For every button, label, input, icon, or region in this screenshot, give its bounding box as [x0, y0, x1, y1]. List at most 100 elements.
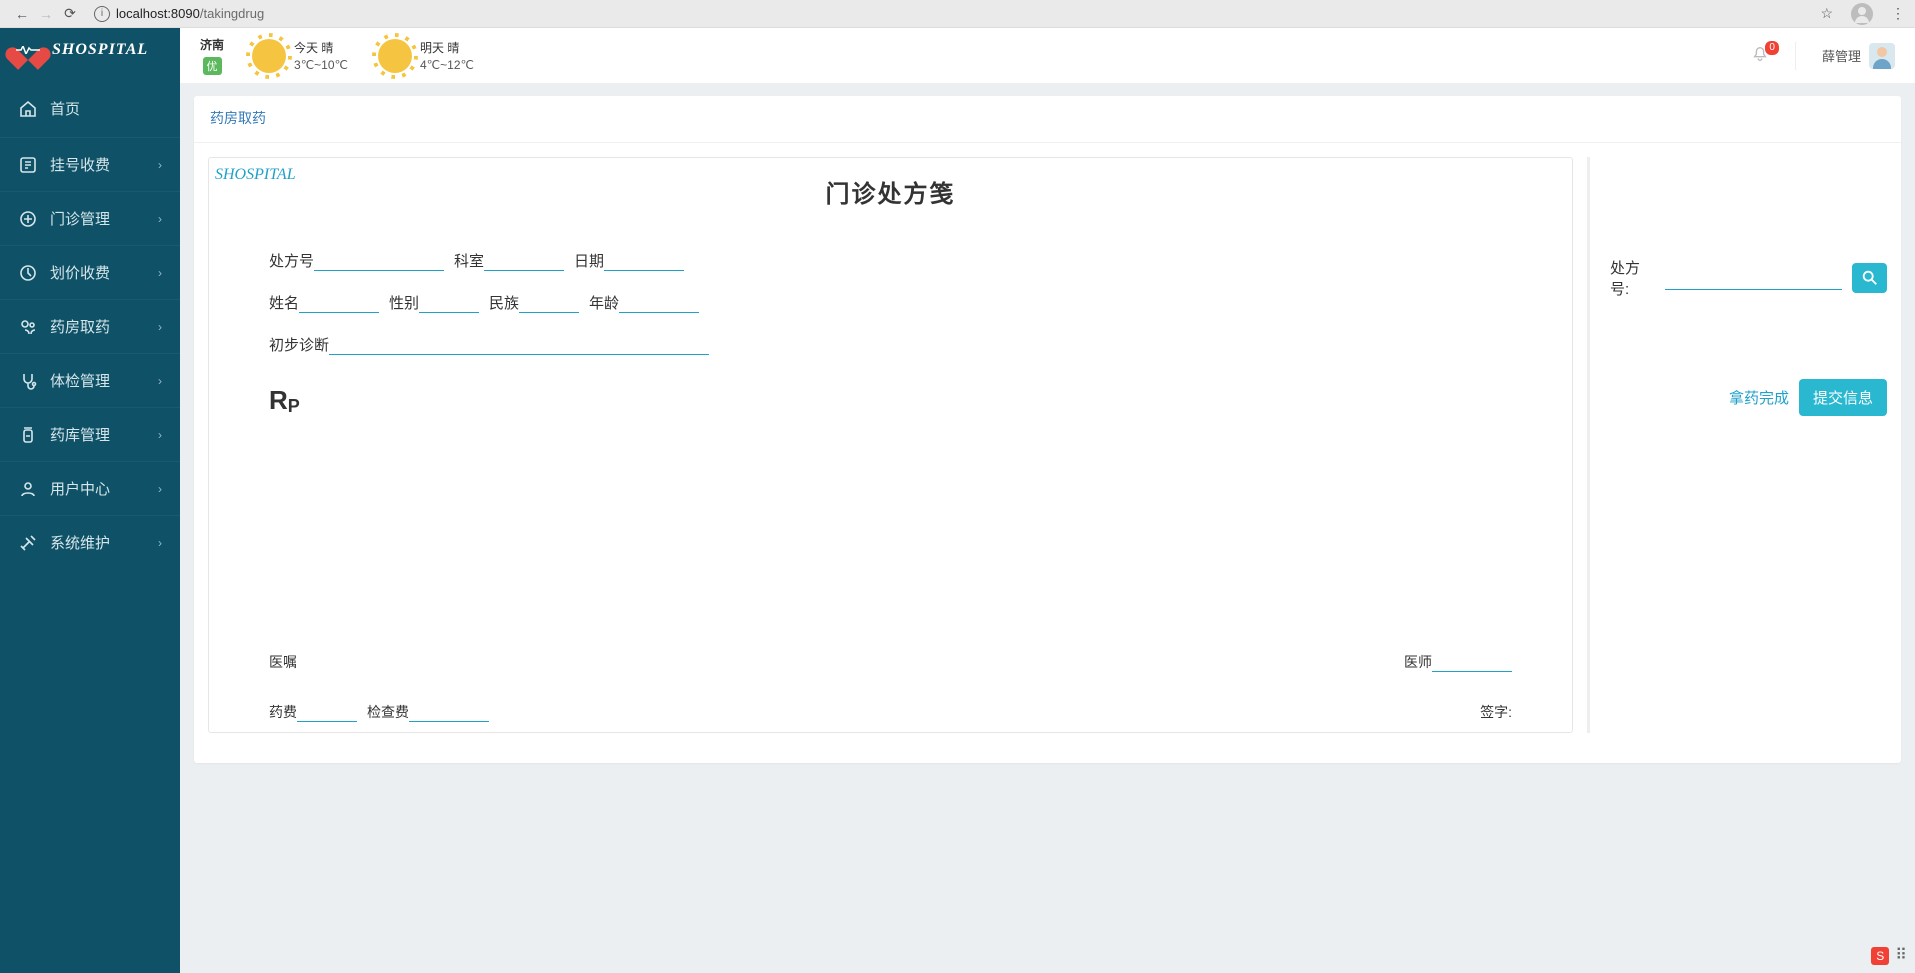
chevron-right-icon: ›	[158, 320, 162, 334]
chevron-right-icon: ›	[158, 536, 162, 550]
chevron-right-icon: ›	[158, 428, 162, 442]
ime-indicator[interactable]: S ⠿	[1871, 947, 1907, 965]
label-name: 姓名	[269, 292, 299, 313]
back-button[interactable]: ←	[10, 6, 34, 22]
rp-symbol: RP	[209, 375, 1572, 417]
sun-icon	[378, 39, 412, 73]
label-department: 科室	[454, 250, 484, 271]
input-diagnosis[interactable]	[329, 333, 709, 355]
browser-menu-icon[interactable]: ⋮	[1891, 5, 1905, 22]
sidebar-item-pricing[interactable]: 划价收费 ›	[0, 245, 180, 299]
label-gender: 性别	[389, 292, 419, 313]
sidebar-item-system[interactable]: 系统维护 ›	[0, 515, 180, 569]
user-icon	[18, 479, 38, 499]
sun-icon	[252, 39, 286, 73]
pricing-icon	[18, 263, 38, 283]
search-input[interactable]	[1665, 266, 1842, 290]
label-prescription-no: 处方号	[269, 250, 314, 271]
weather-tomorrow: 明天 晴 4℃~12℃	[378, 39, 474, 73]
sidebar-item-clinic[interactable]: 门诊管理 ›	[0, 191, 180, 245]
heart-logo-icon	[14, 38, 42, 62]
rx-title: 门诊处方笺	[209, 174, 1572, 209]
input-name[interactable]	[299, 291, 379, 313]
label-age: 年龄	[589, 292, 619, 313]
sidebar-item-label: 挂号收费	[50, 154, 110, 175]
home-icon	[18, 99, 38, 119]
tab-header: 药房取药	[194, 96, 1901, 143]
sidebar-item-label: 体检管理	[50, 370, 110, 391]
weather-today-title: 今天 晴	[294, 39, 348, 56]
sidebar: SHOSPITAL 首页 挂号收费 › 门诊管理 › 划价收费 ›	[0, 28, 180, 973]
sidebar-item-label: 划价收费	[50, 262, 110, 283]
label-drug-fee: 药费	[269, 702, 297, 722]
sidebar-item-label: 用户中心	[50, 478, 110, 499]
search-panel: 处方号: 拿药完成 提交信息	[1587, 157, 1887, 733]
label-date: 日期	[574, 250, 604, 271]
url-path: /takingdrug	[200, 6, 264, 21]
search-icon	[1861, 269, 1879, 287]
ime-badge: S	[1871, 947, 1889, 965]
notification-badge: 0	[1765, 41, 1779, 55]
url-port: :8090	[167, 6, 200, 21]
divider	[1795, 42, 1796, 70]
status-text: 拿药完成	[1729, 387, 1789, 408]
system-icon	[18, 533, 38, 553]
tab-pharmacy[interactable]: 药房取药	[210, 108, 266, 132]
input-prescription-no[interactable]	[314, 249, 444, 271]
search-label: 处方号:	[1610, 257, 1655, 299]
aqi-badge: 优	[203, 57, 222, 75]
sidebar-item-label: 药库管理	[50, 424, 110, 445]
sidebar-item-label: 系统维护	[50, 532, 110, 553]
weather-tomorrow-temp: 4℃~12℃	[420, 58, 474, 72]
chevron-right-icon: ›	[158, 158, 162, 172]
weather-city: 济南 优	[200, 36, 224, 75]
input-doctor[interactable]	[1432, 650, 1512, 672]
input-age[interactable]	[619, 291, 699, 313]
prescription-panel: SHOSPITAL 门诊处方笺 处方号 科室 日期 姓名 性别 民	[208, 157, 1573, 733]
topbar: 济南 优 今天 晴 3℃~10℃ 明天 晴 4℃~12℃	[180, 28, 1915, 84]
brand-title: SHOSPITAL	[52, 41, 148, 59]
input-ethnicity[interactable]	[519, 291, 579, 313]
ime-menu-icon: ⠿	[1895, 953, 1907, 959]
label-diagnosis: 初步诊断	[269, 334, 329, 355]
sidebar-item-pharmacy[interactable]: 药房取药 ›	[0, 299, 180, 353]
main-card: 药房取药 SHOSPITAL 门诊处方笺 处方号 科室 日期	[194, 96, 1901, 763]
weather-today: 今天 晴 3℃~10℃	[252, 39, 348, 73]
input-exam-fee[interactable]	[409, 700, 489, 722]
brand[interactable]: SHOSPITAL	[0, 28, 180, 76]
clinic-icon	[18, 209, 38, 229]
user-menu[interactable]: 薛管理	[1822, 43, 1895, 69]
sidebar-item-label: 门诊管理	[50, 208, 110, 229]
sidebar-item-label: 首页	[50, 98, 80, 119]
forward-button[interactable]: →	[34, 6, 58, 22]
sidebar-menu: 首页 挂号收费 › 门诊管理 › 划价收费 › 药房取药 ›	[0, 82, 180, 569]
address-bar[interactable]: localhost:8090/takingdrug	[116, 6, 264, 21]
chevron-right-icon: ›	[158, 212, 162, 226]
checkup-icon	[18, 371, 38, 391]
bookmark-star-icon[interactable]: ☆	[1820, 5, 1833, 22]
pharmacy-icon	[18, 317, 38, 337]
sidebar-item-register[interactable]: 挂号收费 ›	[0, 137, 180, 191]
search-button[interactable]	[1852, 263, 1887, 293]
chevron-right-icon: ›	[158, 374, 162, 388]
sidebar-item-checkup[interactable]: 体检管理 ›	[0, 353, 180, 407]
notification-button[interactable]: 0	[1751, 45, 1769, 66]
input-drug-fee[interactable]	[297, 700, 357, 722]
chevron-right-icon: ›	[158, 266, 162, 280]
sidebar-item-home[interactable]: 首页	[0, 82, 180, 137]
label-signature: 签字:	[1480, 702, 1512, 722]
sidebar-item-label: 药房取药	[50, 316, 110, 337]
input-gender[interactable]	[419, 291, 479, 313]
reload-button[interactable]: ⟳	[58, 5, 82, 22]
label-ethnicity: 民族	[489, 292, 519, 313]
input-department[interactable]	[484, 249, 564, 271]
avatar	[1869, 43, 1895, 69]
submit-button[interactable]: 提交信息	[1799, 379, 1887, 416]
input-date[interactable]	[604, 249, 684, 271]
sidebar-item-usercenter[interactable]: 用户中心 ›	[0, 461, 180, 515]
label-doctor: 医师	[1404, 652, 1432, 672]
sidebar-item-drugstore[interactable]: 药库管理 ›	[0, 407, 180, 461]
site-info-icon[interactable]: i	[94, 6, 110, 22]
profile-icon[interactable]	[1851, 3, 1873, 25]
label-exam-fee: 检查费	[367, 702, 409, 722]
